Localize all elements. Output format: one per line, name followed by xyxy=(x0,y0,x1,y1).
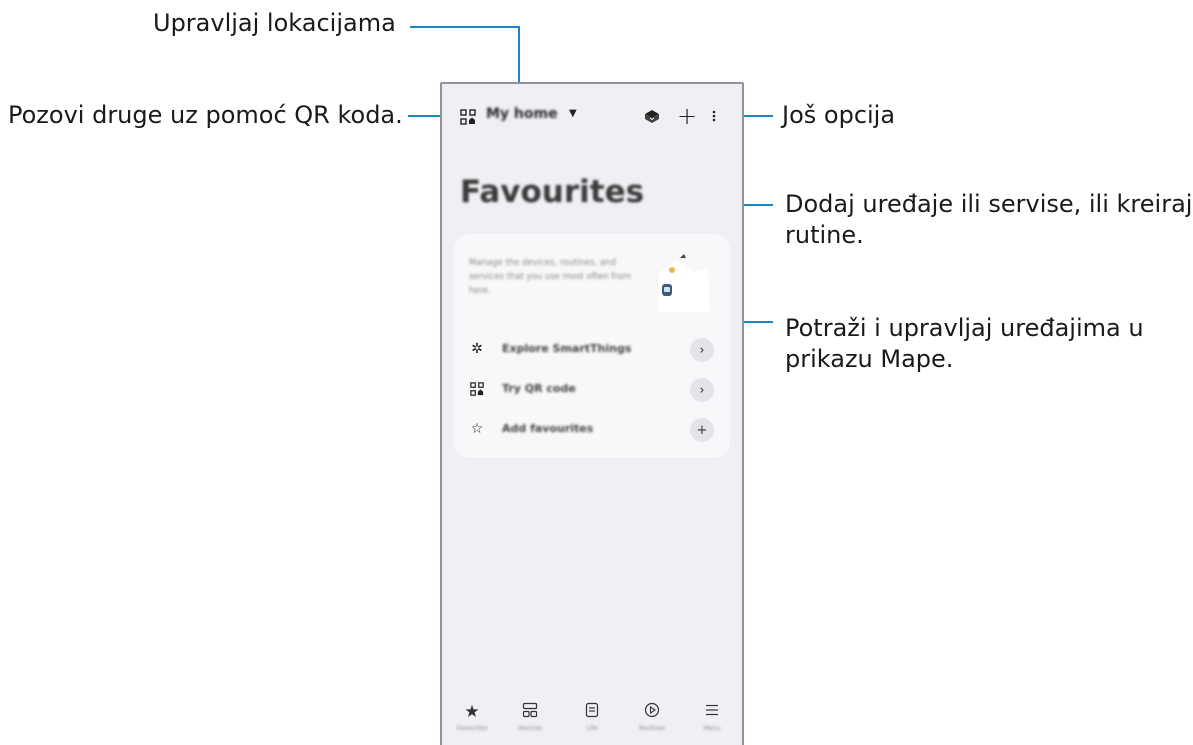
tab-menu[interactable]: Menu xyxy=(682,702,742,732)
map-view-icon[interactable] xyxy=(642,107,662,127)
tab-favourites[interactable]: ★ Favourites xyxy=(442,702,502,732)
phone-screen: My home ▼ + Favourites Manage the device… xyxy=(440,82,744,745)
list-item-try-qr-code[interactable]: Try QR code › xyxy=(454,370,730,410)
more-options-icon[interactable] xyxy=(709,106,719,126)
devices-icon xyxy=(500,702,560,724)
tab-label: Menu xyxy=(703,725,721,732)
chevron-down-icon[interactable]: ▼ xyxy=(569,108,577,119)
row-label: Try QR code xyxy=(502,382,576,395)
callout-map-view-line2: prikazu Mape. xyxy=(785,345,954,373)
callout-qr-invite: Pozovi druge uz pomoć QR koda. xyxy=(8,101,403,129)
card-description: Manage the devices, routines, and servic… xyxy=(469,258,632,296)
callout-add-devices: Dodaj uređaje ili servise, ili kreiraj r… xyxy=(785,189,1192,251)
leader-locations-h xyxy=(410,26,520,28)
list-item-explore-smartthings[interactable]: ✲ Explore SmartThings › xyxy=(454,330,730,370)
play-circle-icon xyxy=(622,702,682,724)
bottom-navigation: ★ Favourites Devices Life Routines Menu xyxy=(442,694,742,745)
tab-label: Favourites xyxy=(456,725,488,732)
tab-label: Devices xyxy=(518,725,542,732)
callout-more-options: Još opcija xyxy=(782,101,896,129)
list-item-add-favourites[interactable]: ☆ Add favourites + xyxy=(454,410,730,450)
tab-devices[interactable]: Devices xyxy=(500,702,560,732)
add-icon[interactable]: + xyxy=(677,102,697,130)
page-title: Favourites xyxy=(460,174,645,210)
row-label: Add favourites xyxy=(502,422,594,435)
star-icon: ★ xyxy=(464,702,480,722)
tab-routines[interactable]: Routines xyxy=(622,702,682,732)
smartthings-icon: ✲ xyxy=(471,341,483,357)
life-icon xyxy=(562,702,622,724)
qr-code-icon[interactable] xyxy=(459,108,477,126)
tab-label: Routines xyxy=(638,725,665,732)
favourites-empty-card: Manage the devices, routines, and servic… xyxy=(454,234,730,458)
plus-icon[interactable]: + xyxy=(690,418,714,442)
chevron-right-icon[interactable]: › xyxy=(690,378,714,402)
location-selector[interactable]: My home xyxy=(486,106,558,122)
callout-add-devices-line2: rutine. xyxy=(785,221,864,249)
callout-map-view-line1: Potraži i upravljaj uređajima u xyxy=(785,314,1144,342)
star-outline-icon: ☆ xyxy=(470,421,484,437)
row-label: Explore SmartThings xyxy=(502,342,632,355)
tab-label: Life xyxy=(586,725,598,732)
callout-map-view: Potraži i upravljaj uređajima u prikazu … xyxy=(785,313,1144,375)
tab-life[interactable]: Life xyxy=(562,702,622,732)
callout-add-devices-line1: Dodaj uređaje ili servise, ili kreiraj xyxy=(785,190,1193,218)
qr-code-icon xyxy=(468,380,486,398)
menu-icon xyxy=(682,702,742,724)
callout-manage-locations: Upravljaj lokacijama xyxy=(153,9,396,37)
home-illustration-icon xyxy=(650,250,716,316)
chevron-right-icon[interactable]: › xyxy=(690,338,714,362)
